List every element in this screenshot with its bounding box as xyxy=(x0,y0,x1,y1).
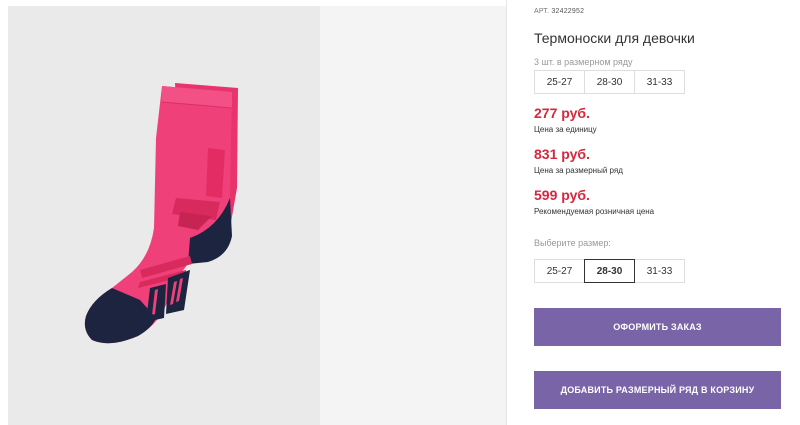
choose-size-label: Выберите размер: xyxy=(534,238,611,248)
product-image-secondary xyxy=(320,6,506,425)
price-unit-caption: Цена за единицу xyxy=(534,125,597,134)
size-range-item: 28-30 xyxy=(584,70,635,94)
price-size-row: 831 руб. xyxy=(534,146,590,162)
size-option-28-30[interactable]: 28-30 xyxy=(584,259,635,283)
size-selector: 25-27 28-30 31-33 xyxy=(534,259,685,283)
price-unit: 277 руб. xyxy=(534,105,590,121)
article-number: АРТ. 32422952 xyxy=(534,8,585,15)
place-order-button[interactable]: ОФОРМИТЬ ЗАКАЗ xyxy=(534,308,781,346)
add-size-row-to-cart-button[interactable]: ДОБАВИТЬ РАЗМЕРНЫЙ РЯД В КОРЗИНУ xyxy=(534,371,781,409)
article-label: АРТ xyxy=(534,8,548,15)
divider xyxy=(506,0,507,425)
pack-note: 3 шт. в размерном ряду xyxy=(534,57,633,67)
size-option-25-27[interactable]: 25-27 xyxy=(534,259,585,283)
article-value: 32422952 xyxy=(551,8,585,15)
size-option-31-33[interactable]: 31-33 xyxy=(634,259,685,283)
size-range-item: 25-27 xyxy=(534,70,585,94)
product-image-sock[interactable] xyxy=(80,78,250,358)
price-retail: 599 руб. xyxy=(534,187,590,203)
product-title: Термоноски для девочки xyxy=(534,30,695,46)
size-range-list: 25-27 28-30 31-33 xyxy=(534,70,685,94)
price-retail-caption: Рекомендуемая розничная цена xyxy=(534,207,655,216)
price-size-row-caption: Цена за размерный ряд xyxy=(534,166,623,175)
size-range-item: 31-33 xyxy=(634,70,685,94)
